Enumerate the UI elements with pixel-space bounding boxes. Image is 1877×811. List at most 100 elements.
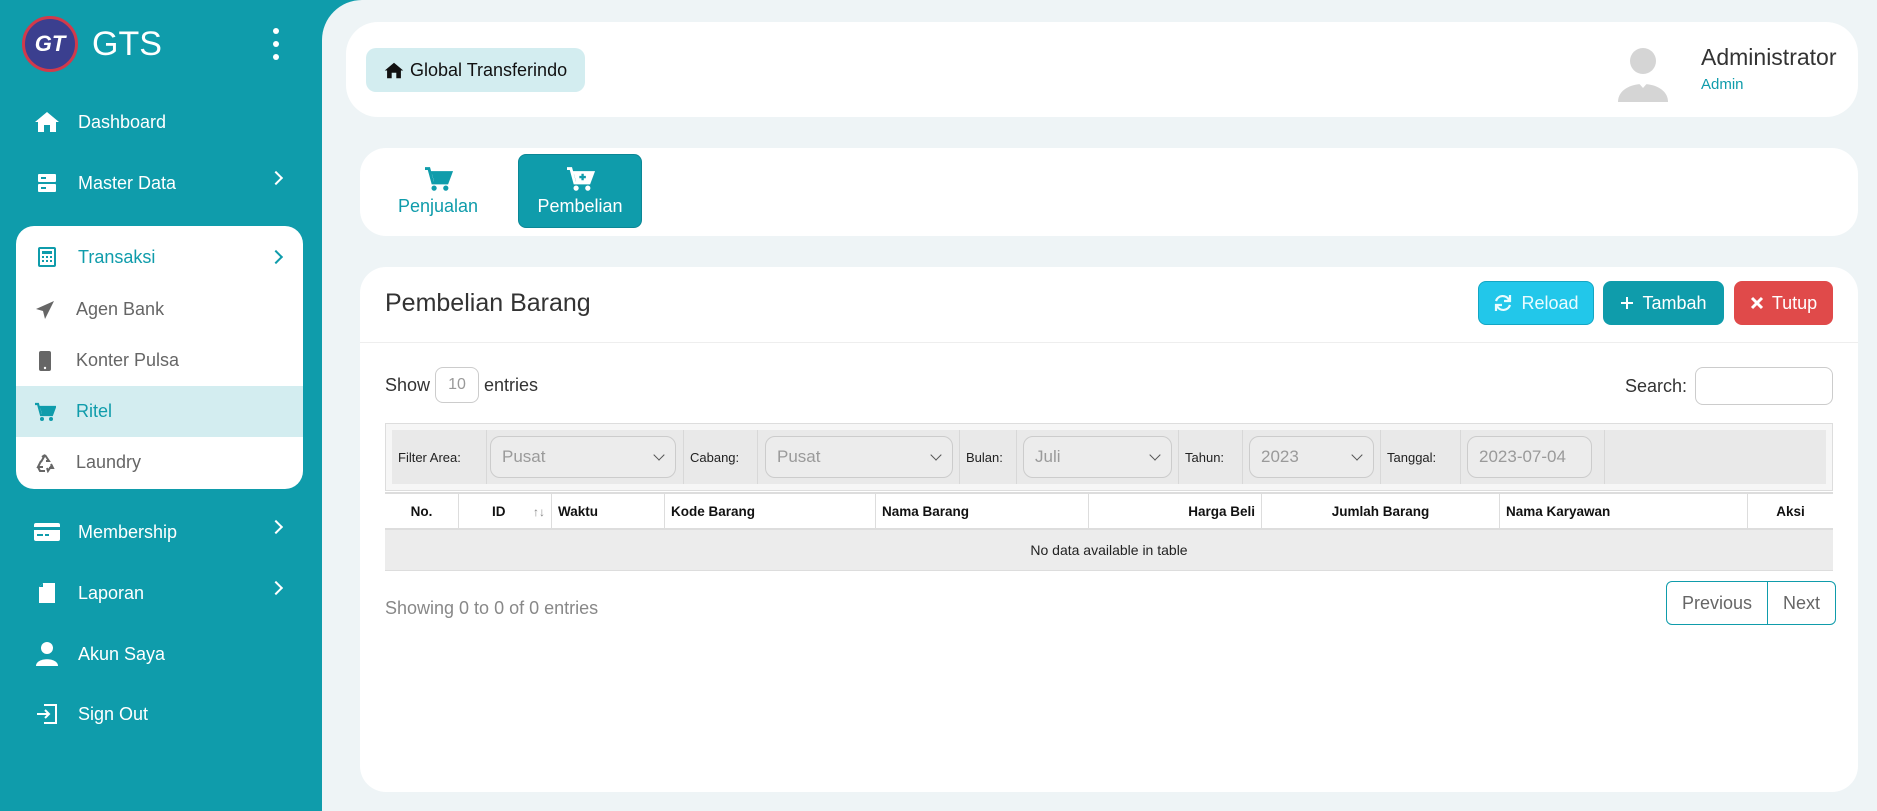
- search-control: Search:: [1625, 367, 1834, 405]
- sidebar-item-label: Laporan: [78, 582, 145, 603]
- card-title: Pembelian Barang: [385, 289, 591, 317]
- sidebar-item-laporan[interactable]: Laporan: [16, 570, 303, 616]
- user-role: Admin: [1701, 76, 1744, 93]
- cart-icon: [32, 401, 58, 423]
- sidebar-item-agen-bank[interactable]: Agen Bank: [16, 284, 303, 335]
- tutup-label: Tutup: [1771, 292, 1818, 313]
- home-breadcrumb[interactable]: Global Transferindo: [366, 48, 586, 92]
- recycle-icon: [32, 452, 58, 474]
- transaction-tabs: Penjualan Pembelian: [360, 148, 1858, 236]
- tab-label: Pembelian: [537, 195, 623, 216]
- sidebar-item-akun-saya[interactable]: Akun Saya: [16, 631, 303, 677]
- home-breadcrumb-label: Global Transferindo: [410, 59, 568, 80]
- entries-label: entries: [484, 374, 539, 395]
- column-header-id[interactable]: ID ↑↓: [459, 494, 552, 528]
- filter-bulan-cell: Juli: [1017, 430, 1179, 484]
- sidebar-item-laundry[interactable]: Laundry: [16, 437, 303, 488]
- column-header-nama-karyawan[interactable]: Nama Karyawan: [1500, 494, 1748, 528]
- reload-button[interactable]: Reload: [1478, 281, 1594, 325]
- filter-cabang-value: Pusat: [777, 447, 821, 466]
- sidebar-item-label: Akun Saya: [78, 643, 166, 664]
- page-length-select[interactable]: 10: [435, 367, 480, 403]
- reload-label: Reload: [1521, 292, 1579, 313]
- sidebar-item-label: Laundry: [76, 452, 142, 472]
- filter-bulan-label: Bulan:: [966, 449, 1003, 465]
- column-header-id-label: ID: [492, 503, 506, 519]
- filter-tahun-label: Tahun:: [1185, 449, 1225, 465]
- filter-area-label: Filter Area:: [398, 449, 461, 465]
- sidebar-item-label: Agen Bank: [76, 299, 165, 319]
- chevron-down-icon: [653, 449, 665, 461]
- table-header: No. ID ↑↓ Waktu Kode Barang Nama Barang …: [385, 492, 1833, 530]
- chevron-down-icon: [930, 449, 942, 461]
- pagination: Previous Next: [1666, 581, 1837, 625]
- credit-card-icon: [34, 521, 60, 543]
- column-header-no[interactable]: No.: [385, 494, 459, 528]
- search-input[interactable]: [1695, 367, 1834, 405]
- chevron-right-icon: [268, 170, 284, 186]
- filter-cabang-label-cell: Cabang:: [684, 430, 758, 484]
- column-header-kode-barang[interactable]: Kode Barang: [665, 494, 876, 528]
- sidebar-item-membership[interactable]: Membership: [16, 509, 303, 555]
- filter-bulan-label-cell: Bulan:: [960, 430, 1017, 484]
- tab-label: Penjualan: [397, 195, 479, 216]
- transaksi-submenu: Transaksi Agen Bank Konter Pulsa Ritel L…: [16, 226, 303, 489]
- brand[interactable]: GT GTS: [22, 16, 162, 72]
- sidebar-item-transaksi[interactable]: Transaksi: [16, 234, 303, 280]
- sign-out-icon: [34, 703, 60, 725]
- filter-bulan-select[interactable]: Juli: [1023, 436, 1172, 478]
- filter-tanggal-label-cell: Tanggal:: [1381, 430, 1461, 484]
- cart-plus-icon: [565, 166, 595, 192]
- column-header-harga-beli[interactable]: Harga Beli: [1089, 494, 1262, 528]
- brand-logo: GT: [22, 16, 78, 72]
- chevron-right-icon: [268, 249, 284, 265]
- sidebar-item-dashboard[interactable]: Dashboard: [16, 99, 303, 145]
- pembelian-card: Pembelian Barang Reload Tambah Tutup Sho…: [360, 267, 1858, 792]
- cart-icon: [423, 166, 453, 192]
- chevron-down-icon: [1351, 449, 1363, 461]
- paper-plane-icon: [32, 299, 58, 321]
- filter-area-cell: Pusat: [487, 430, 684, 484]
- filter-bulan-value: Juli: [1035, 447, 1061, 466]
- sidebar-item-label: Dashboard: [78, 111, 167, 132]
- filter-area-select[interactable]: Pusat: [490, 436, 676, 478]
- tambah-button[interactable]: Tambah: [1603, 281, 1724, 325]
- column-header-nama-barang[interactable]: Nama Barang: [876, 494, 1089, 528]
- search-label: Search:: [1625, 375, 1688, 396]
- tutup-button[interactable]: Tutup: [1734, 281, 1833, 325]
- main-area: Global Transferindo Administrator Admin …: [322, 0, 1877, 811]
- tab-pembelian[interactable]: Pembelian: [518, 154, 642, 228]
- filter-area-value: Pusat: [502, 447, 546, 466]
- sidebar-item-sign-out[interactable]: Sign Out: [16, 691, 303, 737]
- home-icon: [384, 62, 404, 79]
- filter-tahun-select[interactable]: 2023: [1249, 436, 1374, 478]
- filter-cabang-select[interactable]: Pusat: [765, 436, 953, 478]
- sidebar-item-label: Ritel: [76, 401, 113, 421]
- kebab-menu-icon[interactable]: [270, 28, 282, 60]
- next-button[interactable]: Next: [1768, 582, 1835, 624]
- close-icon: [1750, 296, 1764, 310]
- column-header-waktu[interactable]: Waktu: [552, 494, 665, 528]
- sidebar-item-ritel[interactable]: Ritel: [16, 386, 303, 437]
- previous-button[interactable]: Previous: [1667, 582, 1769, 624]
- filter-tanggal-input[interactable]: 2023-07-04: [1467, 436, 1592, 478]
- sidebar-item-konter-pulsa[interactable]: Konter Pulsa: [16, 335, 303, 386]
- show-label: Show: [385, 374, 431, 395]
- column-header-aksi[interactable]: Aksi: [1748, 494, 1833, 528]
- avatar[interactable]: [1614, 40, 1672, 102]
- tab-penjualan[interactable]: Penjualan: [376, 154, 500, 228]
- filter-tanggal-cell: 2023-07-04: [1461, 430, 1605, 484]
- top-header: Global Transferindo Administrator Admin: [346, 22, 1858, 117]
- column-header-jumlah-barang[interactable]: Jumlah Barang: [1262, 494, 1500, 528]
- sidebar-item-master-data[interactable]: Master Data: [16, 160, 303, 206]
- filter-tahun-cell: 2023: [1243, 430, 1381, 484]
- filter-cabang-cell: Pusat: [758, 430, 960, 484]
- mobile-icon: [32, 350, 58, 372]
- page-length-control: Show 10 entries: [385, 367, 538, 403]
- calculator-icon: [34, 246, 60, 268]
- filter-tanggal-label: Tanggal:: [1387, 449, 1437, 465]
- user-icon: [34, 642, 60, 666]
- book-icon: [34, 582, 60, 604]
- filter-tahun-label-cell: Tahun:: [1179, 430, 1243, 484]
- table-info: Showing 0 to 0 of 0 entries: [385, 598, 599, 618]
